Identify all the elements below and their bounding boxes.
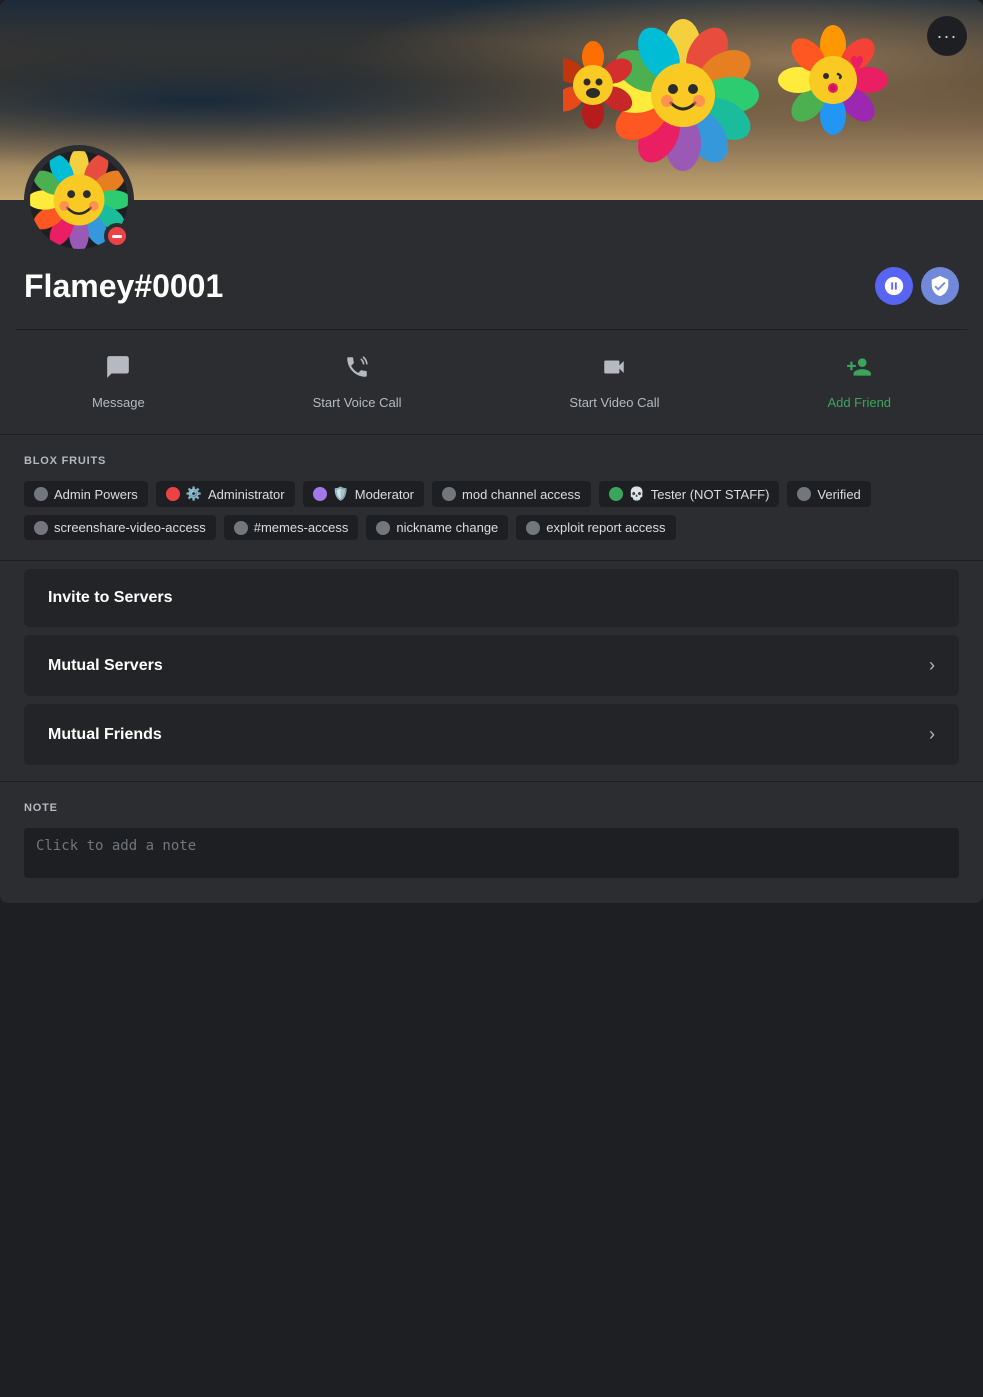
role-mod-channel[interactable]: mod channel access	[432, 481, 591, 507]
voice-call-label: Start Voice Call	[313, 395, 402, 410]
role-dot	[526, 521, 540, 535]
add-friend-action[interactable]: Add Friend	[811, 346, 907, 418]
role-label: Tester (NOT STAFF)	[651, 487, 770, 502]
role-dot	[34, 487, 48, 501]
role-dot	[166, 487, 180, 501]
message-action[interactable]: Message	[76, 346, 161, 418]
roles-title: BLOX FRUITS	[24, 455, 959, 467]
video-call-action[interactable]: Start Video Call	[553, 346, 675, 418]
role-label: exploit report access	[546, 520, 665, 535]
voice-call-action[interactable]: Start Voice Call	[297, 346, 418, 418]
role-dot	[609, 487, 623, 501]
invite-servers-section[interactable]: Invite to Servers	[24, 569, 959, 627]
discriminator: #0001	[134, 268, 223, 304]
role-dot	[376, 521, 390, 535]
role-emoji-administrator: ⚙️	[186, 486, 202, 502]
username: Flamey#0001	[24, 268, 223, 305]
mutual-servers-chevron: ›	[929, 655, 935, 676]
more-dots: ···	[937, 26, 958, 47]
mutual-friends-title: Mutual Friends	[48, 726, 162, 744]
role-label: Administrator	[208, 487, 285, 502]
video-call-label: Start Video Call	[569, 395, 659, 410]
mutual-friends-chevron: ›	[929, 724, 935, 745]
invite-servers-title: Invite to Servers	[48, 589, 173, 607]
mutual-servers-title: Mutual Servers	[48, 657, 163, 675]
role-administrator[interactable]: ⚙️ Administrator	[156, 481, 295, 507]
role-moderator[interactable]: 🛡️ Moderator	[303, 481, 424, 507]
role-dot	[234, 521, 248, 535]
role-label: screenshare-video-access	[54, 520, 206, 535]
mutual-friends-section[interactable]: Mutual Friends ›	[24, 704, 959, 765]
action-buttons: Message Start Voice Call Start Video Cal…	[0, 330, 983, 434]
role-dot	[34, 521, 48, 535]
role-screenshare[interactable]: screenshare-video-access	[24, 515, 216, 540]
role-emoji-tester: 💀	[629, 486, 645, 502]
role-label: Moderator	[355, 487, 414, 502]
role-admin-powers[interactable]: Admin Powers	[24, 481, 148, 507]
role-label: Verified	[817, 487, 860, 502]
roles-grid: Admin Powers ⚙️ Administrator 🛡️ Moderat…	[24, 481, 959, 540]
add-friend-label: Add Friend	[827, 395, 891, 410]
add-friend-icon	[846, 354, 872, 387]
note-section: NOTE	[0, 781, 983, 903]
more-options-button[interactable]: ···	[927, 16, 967, 56]
role-dot	[797, 487, 811, 501]
avatar-wrapper	[24, 145, 134, 255]
username-row: Flamey#0001	[24, 267, 959, 305]
note-input[interactable]	[24, 828, 959, 878]
role-nickname-change[interactable]: nickname change	[366, 515, 508, 540]
note-title: NOTE	[24, 802, 959, 814]
profile-banner: ···	[0, 0, 983, 200]
role-label: Admin Powers	[54, 487, 138, 502]
voice-call-icon	[344, 354, 370, 387]
message-icon	[105, 354, 131, 387]
video-call-icon	[601, 354, 627, 387]
roles-section: BLOX FRUITS Admin Powers ⚙️ Administrato…	[0, 434, 983, 560]
collapsibles-wrapper: Invite to Servers Mutual Servers › Mutua…	[0, 560, 983, 781]
role-verified[interactable]: Verified	[787, 481, 870, 507]
role-memes-access[interactable]: #memes-access	[224, 515, 359, 540]
role-tester[interactable]: 💀 Tester (NOT STAFF)	[599, 481, 780, 507]
message-label: Message	[92, 395, 145, 410]
role-dot	[313, 487, 327, 501]
mutual-servers-section[interactable]: Mutual Servers ›	[24, 635, 959, 696]
badge-row	[875, 267, 959, 305]
status-indicator	[104, 223, 130, 249]
role-label: nickname change	[396, 520, 498, 535]
role-dot	[442, 487, 456, 501]
nitro-badge	[875, 267, 913, 305]
role-exploit-report[interactable]: exploit report access	[516, 515, 675, 540]
verified-badge	[921, 267, 959, 305]
profile-info: Flamey#0001	[0, 200, 983, 329]
username-text: Flamey	[24, 268, 134, 304]
role-label: mod channel access	[462, 487, 581, 502]
role-label: #memes-access	[254, 520, 349, 535]
role-emoji-moderator: 🛡️	[333, 486, 349, 502]
